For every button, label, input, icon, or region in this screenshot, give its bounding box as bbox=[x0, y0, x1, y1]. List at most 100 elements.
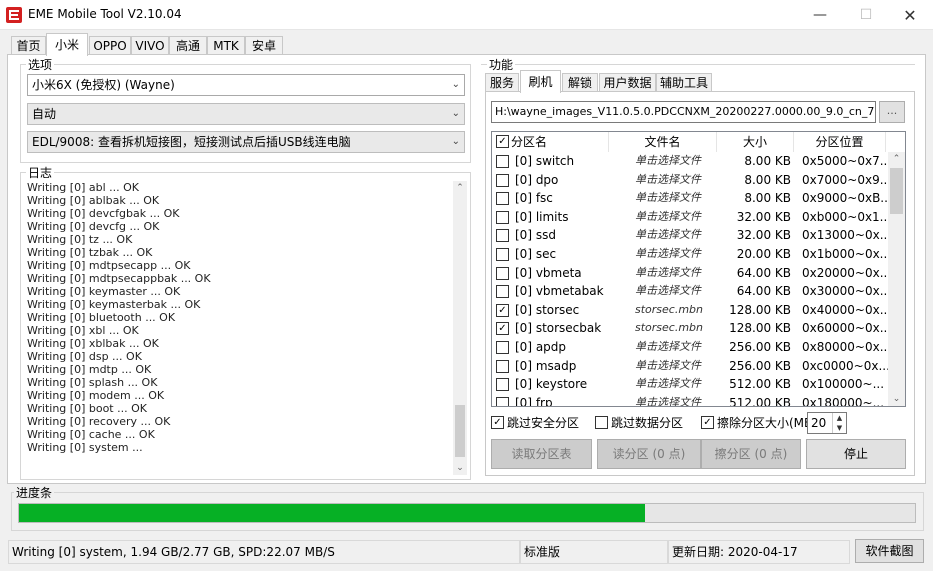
partition-checkbox[interactable]: ✓ bbox=[496, 303, 509, 317]
screenshot-button[interactable]: 软件截图 bbox=[855, 539, 924, 563]
partition-checkbox[interactable] bbox=[496, 378, 509, 392]
stop-button[interactable]: 停止 bbox=[806, 439, 906, 469]
read-partition-button[interactable]: 读分区 (0 点) bbox=[597, 439, 701, 469]
header-location[interactable]: 分区位置 bbox=[794, 132, 886, 152]
read-partition-table-button[interactable]: 读取分区表 bbox=[491, 439, 592, 469]
partition-checkbox[interactable] bbox=[496, 285, 509, 299]
tab-qualcomm[interactable]: 高通 bbox=[169, 36, 207, 55]
erase-partition-button[interactable]: 擦分区 (0 点) bbox=[701, 439, 801, 469]
partition-row[interactable]: [0] frp 单击选择文件 512.00 KB 0x180000~... bbox=[492, 394, 888, 406]
partition-file[interactable]: 单击选择文件 bbox=[635, 394, 717, 406]
tab-oppo[interactable]: OPPO bbox=[89, 36, 131, 55]
skip-security-option[interactable]: ✓ 跳过安全分区 bbox=[491, 414, 591, 432]
log-line: Writing [0] bluetooth ... OK bbox=[27, 311, 176, 324]
log-output[interactable]: Writing [0] abl ... OK Writing [0] ablba… bbox=[27, 181, 453, 477]
header-file-name[interactable]: 文件名 bbox=[609, 132, 717, 152]
tab-home[interactable]: 首页 bbox=[11, 36, 46, 55]
partition-table: ✓ 分区名 文件名 大小 分区位置 [0] switch 单击选择文件 8.00 K… bbox=[491, 131, 906, 407]
partition-scrollbar[interactable]: ⌃ ⌄ bbox=[888, 152, 905, 406]
skip-data-checkbox[interactable] bbox=[595, 416, 608, 429]
scroll-down-icon[interactable]: ⌄ bbox=[453, 461, 467, 475]
partition-size: 32.00 KB bbox=[736, 209, 791, 224]
tab-flash[interactable]: 刷机 bbox=[520, 70, 561, 93]
partition-file[interactable]: 单击选择文件 bbox=[635, 208, 717, 226]
erase-size-option[interactable]: ✓ 擦除分区大小(MB) bbox=[701, 414, 817, 432]
partition-row[interactable]: [0] ssd 单击选择文件 32.00 KB 0x13000~0x... bbox=[492, 226, 888, 245]
partition-file[interactable]: 单击选择文件 bbox=[635, 357, 717, 375]
partition-file[interactable]: 单击选择文件 bbox=[635, 171, 717, 189]
browse-button[interactable]: ... bbox=[879, 101, 905, 123]
select-all-checkbox[interactable]: ✓ bbox=[496, 135, 509, 148]
partition-file[interactable]: 单击选择文件 bbox=[635, 226, 717, 244]
edl-mode-select[interactable]: EDL/9008: 查看拆机短接图，短接测试点后插USB线连电脑 ⌄ bbox=[27, 131, 465, 153]
partition-row[interactable]: ✓ [0] storsecbak storsec.mbn 128.00 KB 0x600… bbox=[492, 319, 888, 338]
header-size[interactable]: 大小 bbox=[717, 132, 794, 152]
mode-select[interactable]: 自动 ⌄ bbox=[27, 103, 465, 125]
partition-checkbox[interactable] bbox=[496, 210, 509, 224]
partition-file[interactable]: 单击选择文件 bbox=[635, 264, 717, 282]
scroll-up-icon[interactable]: ⌃ bbox=[453, 181, 467, 195]
partition-row[interactable]: [0] fsc 单击选择文件 8.00 KB 0x9000~0xB... bbox=[492, 189, 888, 208]
partition-checkbox[interactable] bbox=[496, 266, 509, 280]
partition-row[interactable]: [0] apdp 单击选择文件 256.00 KB 0x80000~0x... bbox=[492, 338, 888, 357]
partition-file[interactable]: 单击选择文件 bbox=[635, 189, 717, 207]
header-partition-name[interactable]: ✓ 分区名 bbox=[492, 132, 609, 152]
partition-row[interactable]: [0] vbmetabak 单击选择文件 64.00 KB 0x30000~0x... bbox=[492, 282, 888, 301]
erase-size-checkbox[interactable]: ✓ bbox=[701, 416, 714, 429]
minimize-button[interactable]: — bbox=[797, 0, 843, 30]
log-line: Writing [0] tz ... OK bbox=[27, 233, 133, 246]
partition-row[interactable]: [0] sec 单击选择文件 20.00 KB 0x1b000~0x... bbox=[492, 245, 888, 264]
tab-mtk[interactable]: MTK bbox=[207, 36, 245, 55]
partition-checkbox[interactable] bbox=[496, 192, 509, 206]
skip-security-checkbox[interactable]: ✓ bbox=[491, 416, 504, 429]
firmware-path-input[interactable]: H:\wayne_images_V11.0.5.0.PDCCNXM_202002… bbox=[491, 101, 876, 123]
update-date: 更新日期: 2020-04-17 bbox=[668, 540, 850, 564]
partition-row[interactable]: [0] dpo 单击选择文件 8.00 KB 0x7000~0x9... bbox=[492, 171, 888, 190]
partition-checkbox[interactable] bbox=[496, 359, 509, 373]
scroll-thumb[interactable] bbox=[890, 168, 903, 214]
partition-file[interactable]: storsec.mbn bbox=[635, 319, 717, 337]
partition-file[interactable]: 单击选择文件 bbox=[635, 282, 717, 300]
partition-checkbox[interactable] bbox=[496, 155, 509, 168]
partition-checkbox[interactable] bbox=[496, 173, 509, 187]
partition-row[interactable]: ✓ [0] storsec storsec.mbn 128.00 KB 0x40000~… bbox=[492, 301, 888, 320]
tab-android[interactable]: 安卓 bbox=[245, 36, 283, 55]
partition-checkbox[interactable] bbox=[496, 341, 509, 354]
skip-data-option[interactable]: 跳过数据分区 bbox=[595, 414, 695, 432]
tab-unlock[interactable]: 解锁 bbox=[562, 73, 598, 92]
partition-file[interactable]: 单击选择文件 bbox=[635, 245, 717, 263]
tab-user-data[interactable]: 用户数据 bbox=[599, 73, 656, 92]
close-button[interactable]: ✕ bbox=[887, 0, 933, 30]
partition-checkbox[interactable] bbox=[496, 229, 509, 243]
partition-file[interactable]: storsec.mbn bbox=[635, 301, 717, 319]
scroll-up-icon[interactable]: ⌃ bbox=[888, 152, 905, 166]
partition-size: 64.00 KB bbox=[736, 284, 791, 299]
erase-size-spinner[interactable]: 20 ▲ ▼ bbox=[807, 412, 847, 434]
tab-service[interactable]: 服务 bbox=[485, 73, 519, 92]
partition-checkbox[interactable]: ✓ bbox=[496, 322, 509, 336]
partition-checkbox[interactable] bbox=[496, 396, 509, 406]
partition-file[interactable]: 单击选择文件 bbox=[635, 375, 717, 393]
scroll-thumb[interactable] bbox=[455, 405, 465, 457]
partition-file[interactable]: 单击选择文件 bbox=[635, 152, 717, 170]
partition-row[interactable]: [0] msadp 单击选择文件 256.00 KB 0xc0000~0x... bbox=[492, 357, 888, 376]
partition-row[interactable]: [0] keystore 单击选择文件 512.00 KB 0x100000~... bbox=[492, 375, 888, 394]
partition-row[interactable]: [0] limits 单击选择文件 32.00 KB 0xb000~0x1... bbox=[492, 208, 888, 227]
partition-row[interactable]: [0] switch 单击选择文件 8.00 KB 0x5000~0x7... bbox=[492, 152, 888, 171]
maximize-button[interactable]: ☐ bbox=[843, 0, 889, 30]
partition-checkbox[interactable] bbox=[496, 248, 509, 261]
log-scrollbar[interactable]: ⌃ ⌄ bbox=[453, 181, 467, 475]
scroll-down-icon[interactable]: ⌄ bbox=[888, 392, 905, 406]
log-line: Writing [0] modem ... OK bbox=[27, 389, 165, 402]
tab-xiaomi[interactable]: 小米 bbox=[46, 33, 88, 56]
tab-vivo[interactable]: VIVO bbox=[131, 36, 169, 55]
partition-row[interactable]: [0] vbmeta 单击选择文件 64.00 KB 0x20000~0x... bbox=[492, 264, 888, 283]
tab-tools[interactable]: 辅助工具 bbox=[656, 73, 712, 92]
device-select[interactable]: 小米6X (免授权) (Wayne) ⌄ bbox=[27, 74, 465, 96]
partition-location: 0x7000~0x9... bbox=[802, 172, 888, 187]
partition-file[interactable]: 单击选择文件 bbox=[635, 338, 717, 356]
spin-up-icon[interactable]: ▲ bbox=[832, 413, 846, 423]
partition-location: 0xc0000~0x... bbox=[802, 358, 888, 373]
spin-down-icon[interactable]: ▼ bbox=[832, 423, 846, 433]
partition-size: 512.00 KB bbox=[729, 377, 791, 392]
